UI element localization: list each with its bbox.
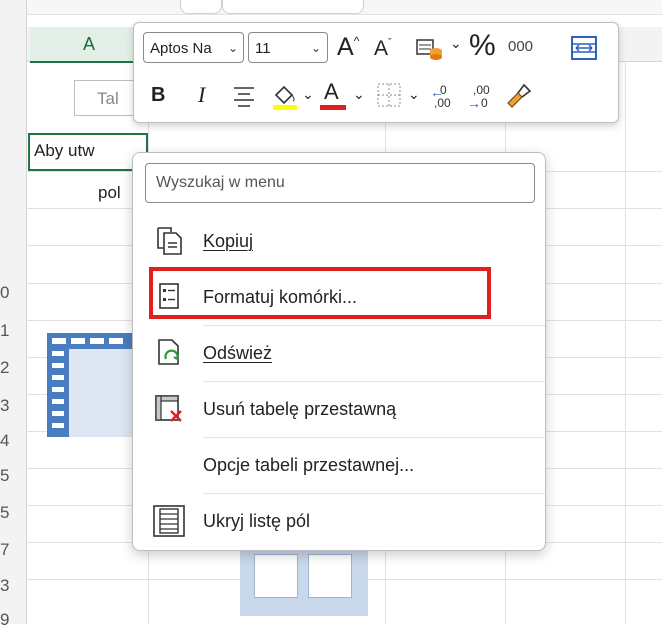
menu-item-label: Ukryj listę pól	[203, 511, 311, 531]
arrow-right-icon: →	[467, 95, 481, 111]
font-color-swatch	[320, 105, 346, 110]
borders-icon[interactable]	[377, 83, 401, 107]
chevron-down-icon[interactable]: ⌄	[353, 87, 365, 101]
field-layout-icon	[240, 540, 368, 616]
merge-center-icon[interactable]	[571, 36, 597, 60]
decrease-decimal-button[interactable]: ,00 → 0	[467, 83, 497, 111]
row-number[interactable]: 7	[0, 540, 22, 560]
chevron-down-icon[interactable]: ⌄	[408, 87, 420, 101]
font-size-value: 11	[255, 40, 271, 57]
percent-style-button[interactable]: %	[469, 31, 496, 61]
fill-color-swatch	[273, 105, 297, 110]
row-number[interactable]: 9	[0, 610, 22, 630]
refresh-icon	[158, 339, 179, 365]
decrease-font-size-button[interactable]: Aˇ	[374, 38, 392, 60]
layout-box	[308, 554, 352, 598]
row-number[interactable]: 0	[0, 283, 22, 303]
highlight-box	[149, 267, 491, 319]
tab-pill	[222, 0, 364, 14]
fill-color-icon[interactable]	[272, 81, 298, 111]
row-number[interactable]: 2	[0, 358, 22, 378]
menu-item-hide-field-list[interactable]: Ukryj listę pól	[133, 493, 545, 549]
font-size-dropdown[interactable]: 11 ⌄	[248, 32, 328, 63]
menu-item-label: Usuń tabelę przestawną	[203, 399, 397, 419]
font-color-button[interactable]: A	[320, 81, 346, 111]
mini-toolbar: Aptos Na ⌄ 11 ⌄ A^ Aˇ ⌄ % 000 B I ⌄ A ⌄ …	[133, 22, 619, 123]
pivot-table-icon	[47, 333, 133, 437]
menu-item-pivot-options[interactable]: Opcje tabeli przestawnej...	[133, 437, 545, 493]
font-name-dropdown[interactable]: Aptos Na ⌄	[143, 32, 244, 63]
menu-item-label: Kopiuj	[203, 231, 254, 251]
row-number[interactable]: 1	[0, 321, 22, 341]
decimal-digit: 0	[440, 83, 447, 97]
copy-icon	[157, 227, 182, 255]
chevron-down-icon: ⌄	[311, 41, 322, 55]
column-header-a[interactable]: A	[30, 27, 148, 63]
increase-font-size-button[interactable]: A^	[337, 35, 359, 60]
cell-styles-icon[interactable]	[416, 37, 446, 61]
format-painter-icon[interactable]	[504, 81, 532, 109]
row-number[interactable]: 3	[0, 396, 22, 416]
context-menu: Wyszukaj w menu Kopiuj Formatuj komórki.…	[132, 152, 546, 551]
field-list-icon	[153, 505, 185, 537]
comma-style-button[interactable]: 000	[508, 39, 533, 54]
delete-pivot-icon	[155, 395, 182, 422]
chevron-down-icon: ⌄	[228, 41, 239, 55]
row-number[interactable]: 3	[0, 576, 22, 596]
increase-decimal-label: ,00	[434, 96, 451, 110]
row-number[interactable]: 4	[0, 431, 22, 451]
align-center-icon[interactable]	[233, 85, 255, 107]
bold-button[interactable]: B	[151, 85, 165, 105]
menu-item-copy[interactable]: Kopiuj	[133, 213, 545, 269]
row-number[interactable]: 5	[0, 503, 22, 523]
menu-item-label: Opcje tabeli przestawnej...	[203, 455, 415, 475]
menu-item-refresh[interactable]: Odśwież	[133, 325, 545, 381]
layout-box	[254, 554, 298, 598]
menu-search-input[interactable]: Wyszukaj w menu	[145, 163, 535, 203]
row-number[interactable]: 5	[0, 466, 22, 486]
pivot-hint-text-line2: pol	[98, 183, 121, 202]
font-color-letter: A	[324, 79, 339, 104]
menu-item-delete-pivot[interactable]: Usuń tabelę przestawną	[133, 381, 545, 437]
italic-button[interactable]: I	[198, 84, 205, 106]
font-name-value: Aptos Na	[150, 40, 212, 57]
chevron-down-icon[interactable]: ⌄	[302, 87, 314, 101]
top-strip	[0, 0, 662, 15]
tab-pill	[180, 0, 222, 14]
pivot-hint-text-line1: Aby utw	[34, 141, 95, 160]
row-header-bar	[0, 0, 27, 624]
decimal-digit: 0	[481, 96, 488, 110]
chevron-down-icon[interactable]: ⌄	[450, 36, 462, 50]
menu-item-label: Odśwież	[203, 343, 273, 363]
grid-line	[625, 61, 626, 624]
increase-decimal-button[interactable]: ← 0 ,00	[430, 83, 460, 111]
